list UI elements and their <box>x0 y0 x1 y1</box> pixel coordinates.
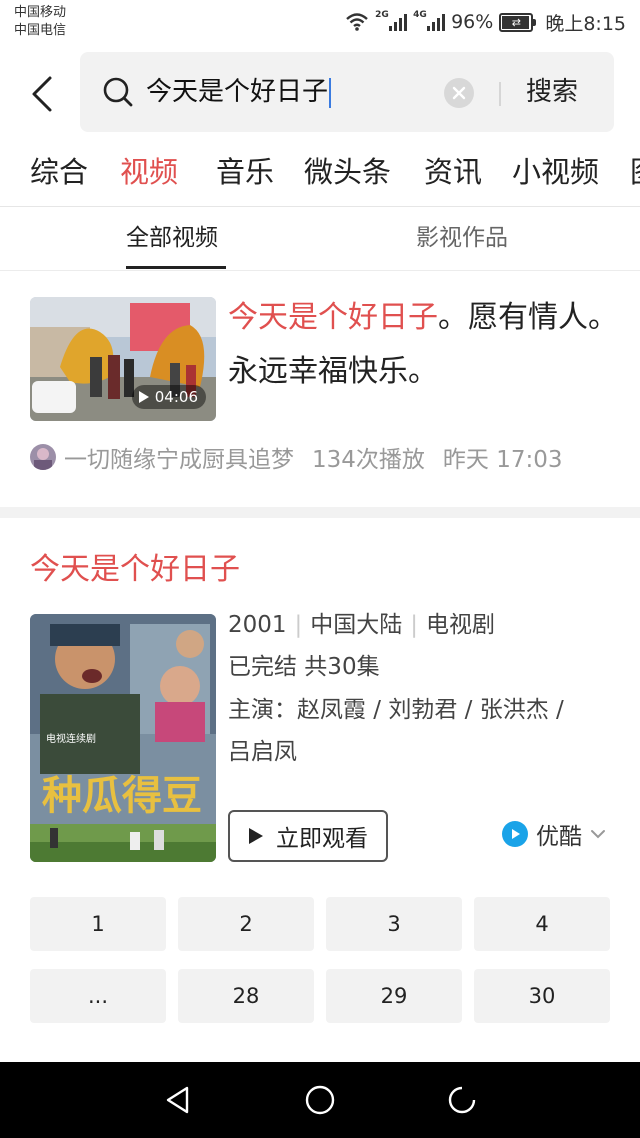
section-separator <box>0 507 640 518</box>
tab-micro-headlines[interactable]: 微头条 <box>304 152 391 192</box>
search-input[interactable]: 今天是个好日子 <box>146 74 332 110</box>
episode-more[interactable]: ... <box>30 969 166 1023</box>
episode-2[interactable]: 2 <box>178 897 314 951</box>
wifi-icon <box>346 13 368 31</box>
clear-button[interactable] <box>444 78 474 108</box>
subtab-indicator <box>126 266 226 269</box>
search-header: 今天是个好日子 搜索 <box>0 50 640 134</box>
search-icon <box>103 77 133 107</box>
system-navigation-bar <box>0 1062 640 1138</box>
subtab-film-tv[interactable]: 影视作品 <box>416 222 508 254</box>
video-title-highlight: 今天是个好日子 <box>228 300 438 335</box>
tabs-divider <box>0 206 640 207</box>
clock: 晚上8:15 <box>545 12 626 35</box>
source-name: 优酷 <box>536 824 582 850</box>
text-cursor <box>329 77 332 108</box>
svg-text:电视连续剧: 电视连续剧 <box>46 732 96 745</box>
tab-video[interactable]: 视频 <box>120 152 178 192</box>
play-icon <box>249 828 263 844</box>
video-thumbnail[interactable]: 04:06 <box>30 297 216 421</box>
episode-1[interactable]: 1 <box>30 897 166 951</box>
nav-home-icon <box>305 1085 335 1115</box>
drama-type: 电视剧 <box>426 612 496 638</box>
drama-year: 2001 <box>228 612 287 638</box>
tab-music[interactable]: 音乐 <box>216 152 274 192</box>
battery-icon: ⇄ <box>499 12 537 32</box>
play-icon <box>138 391 149 403</box>
nav-back-icon <box>166 1086 189 1114</box>
carrier-1: 中国移动 <box>14 5 67 20</box>
author-name[interactable]: 一切随缘宁成厨具追梦 <box>64 440 294 474</box>
back-arrow-icon <box>32 76 52 112</box>
tab-images[interactable]: 图 <box>630 152 640 192</box>
battery-percent: 96% <box>451 11 494 33</box>
status-indicators: 2G 4G 96% ⇄ 晚上8:15 <box>345 8 626 36</box>
nav-recents-icon <box>448 1086 476 1114</box>
drama-region: 中国大陆 <box>310 612 403 638</box>
signal-icon-2: 4G <box>413 10 446 31</box>
search-box[interactable]: 今天是个好日子 搜索 <box>80 52 614 132</box>
video-subtabs: 全部视频 影视作品 <box>0 208 640 270</box>
watch-now-button[interactable]: 立即观看 <box>228 810 388 862</box>
drama-poster-image: 电视连续剧 种瓜得豆 <box>30 614 216 862</box>
episode-4[interactable]: 4 <box>474 897 610 951</box>
svg-text:种瓜得豆: 种瓜得豆 <box>42 773 202 819</box>
clear-icon <box>452 86 466 100</box>
nav-recents-button[interactable] <box>442 1080 482 1120</box>
episode-28[interactable]: 28 <box>178 969 314 1023</box>
carrier-2: 中国电信 <box>14 23 67 38</box>
video-title[interactable]: 今天是个好日子。愿有情人。永远幸福快乐。 <box>228 291 620 399</box>
author-avatar[interactable] <box>30 444 56 470</box>
search-button[interactable]: 搜索 <box>526 74 578 110</box>
drama-title[interactable]: 今天是个好日子 <box>30 548 240 592</box>
category-tabs: 综合 视频 音乐 微头条 资讯 小视频 图 <box>0 140 640 204</box>
play-count: 134次播放 <box>312 447 425 473</box>
tab-comprehensive[interactable]: 综合 <box>30 152 88 192</box>
chevron-down-icon <box>591 830 605 839</box>
source-selector[interactable]: 优酷 <box>502 817 606 851</box>
video-meta: 一切随缘宁成厨具追梦 134次播放 昨天 17:03 <box>30 439 630 475</box>
drama-poster[interactable]: 电视连续剧 种瓜得豆 <box>30 614 216 862</box>
nav-back-button[interactable] <box>158 1080 198 1120</box>
search-divider <box>499 82 501 106</box>
video-result-card[interactable]: 04:06 今天是个好日子。愿有情人。永远幸福快乐。 一切随缘宁成厨具追梦 13… <box>0 271 640 507</box>
drama-status: 已完结 共30集 <box>228 654 380 680</box>
episode-29[interactable]: 29 <box>326 969 462 1023</box>
tab-news[interactable]: 资讯 <box>424 152 482 192</box>
drama-cast: 主演：赵凤霞 / 刘勃君 / 张洪杰 / <box>228 697 564 723</box>
carrier-labels: 中国移动 中国电信 <box>14 4 66 40</box>
back-button[interactable] <box>22 72 62 116</box>
episode-30[interactable]: 30 <box>474 969 610 1023</box>
drama-basic-info: 2001 | 中国大陆 | 电视剧 <box>228 612 496 638</box>
status-bar: 中国移动 中国电信 2G 4G 96% ⇄ 晚上8:15 <box>0 0 640 44</box>
tab-short-video[interactable]: 小视频 <box>512 152 599 192</box>
duration-badge: 04:06 <box>131 385 206 409</box>
drama-cast-continued: 吕启凤 <box>228 739 297 765</box>
signal-icon-1: 2G <box>375 10 408 31</box>
episode-3[interactable]: 3 <box>326 897 462 951</box>
subtab-all-videos[interactable]: 全部视频 <box>126 222 218 254</box>
youku-logo-icon <box>502 821 528 847</box>
publish-time: 昨天 17:03 <box>442 447 563 473</box>
nav-home-button[interactable] <box>300 1080 340 1120</box>
